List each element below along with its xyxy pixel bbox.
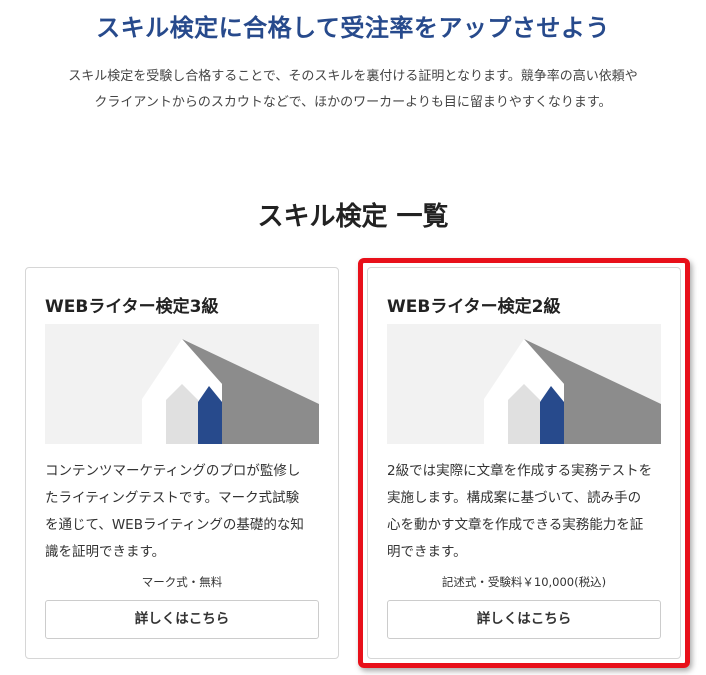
house-logo-icon xyxy=(387,324,661,444)
description-line: たライティングテストです。マーク式試験 xyxy=(45,490,300,506)
exam-type-label: マーク式・無料 xyxy=(141,575,223,589)
description-line: 実施します。構成案に基づいて、読み手の xyxy=(387,490,642,506)
card-title: WEBライター検定3級 xyxy=(45,297,219,317)
card-description: コンテンツマーケティングのプロが監修し たライティングテストです。マーク式試験 … xyxy=(45,458,323,566)
skill-test-card-level2: WEBライター検定2級 2級では実際に文章を作成する実務テストを 実施します。構… xyxy=(367,267,681,659)
card-description: 2級では実際に文章を作成する実務テストを 実施します。構成案に基づいて、読み手の… xyxy=(387,458,665,566)
page-headline: スキル検定に合格して受注率をアップさせよう xyxy=(96,14,610,42)
section-title: スキル検定 一覧 xyxy=(257,202,449,232)
description-line: 明できます。 xyxy=(387,544,467,560)
details-button[interactable]: 詳しくはこちら xyxy=(45,600,319,639)
card-thumbnail xyxy=(45,324,319,444)
card-thumbnail xyxy=(387,324,661,444)
skill-test-card-level3: WEBライター検定3級 コンテンツマーケティングのプロが監修し たライティングテ… xyxy=(25,267,339,659)
card-title: WEBライター検定2級 xyxy=(387,297,561,317)
description-line: 2級では実際に文章を作成する実務テストを xyxy=(387,463,653,479)
skill-test-page: スキル検定に合格して受注率をアップさせよう スキル検定を受験し合格することで、そ… xyxy=(0,0,706,675)
intro-line: スキル検定を受験し合格することで、そのスキルを裏付ける証明となります。競争率の高… xyxy=(68,69,638,84)
description-line: を通じて、WEBライティングの基礎的な知 xyxy=(45,517,304,533)
house-logo-icon xyxy=(45,324,319,444)
exam-type-label: 記述式・受験料￥10,000(税込) xyxy=(441,575,607,589)
description-line: 識を証明できます。 xyxy=(45,544,166,560)
intro-line: クライアントからのスカウトなどで、ほかのワーカーよりも目に留まりやすくなります。 xyxy=(94,95,612,110)
intro-text: スキル検定を受験し合格することで、そのスキルを裏付ける証明となります。競争率の高… xyxy=(30,64,676,116)
description-line: 心を動かす文章を作成できる実務能力を証 xyxy=(387,517,644,533)
details-button[interactable]: 詳しくはこちら xyxy=(387,600,661,639)
description-line: コンテンツマーケティングのプロが監修し xyxy=(45,463,301,479)
